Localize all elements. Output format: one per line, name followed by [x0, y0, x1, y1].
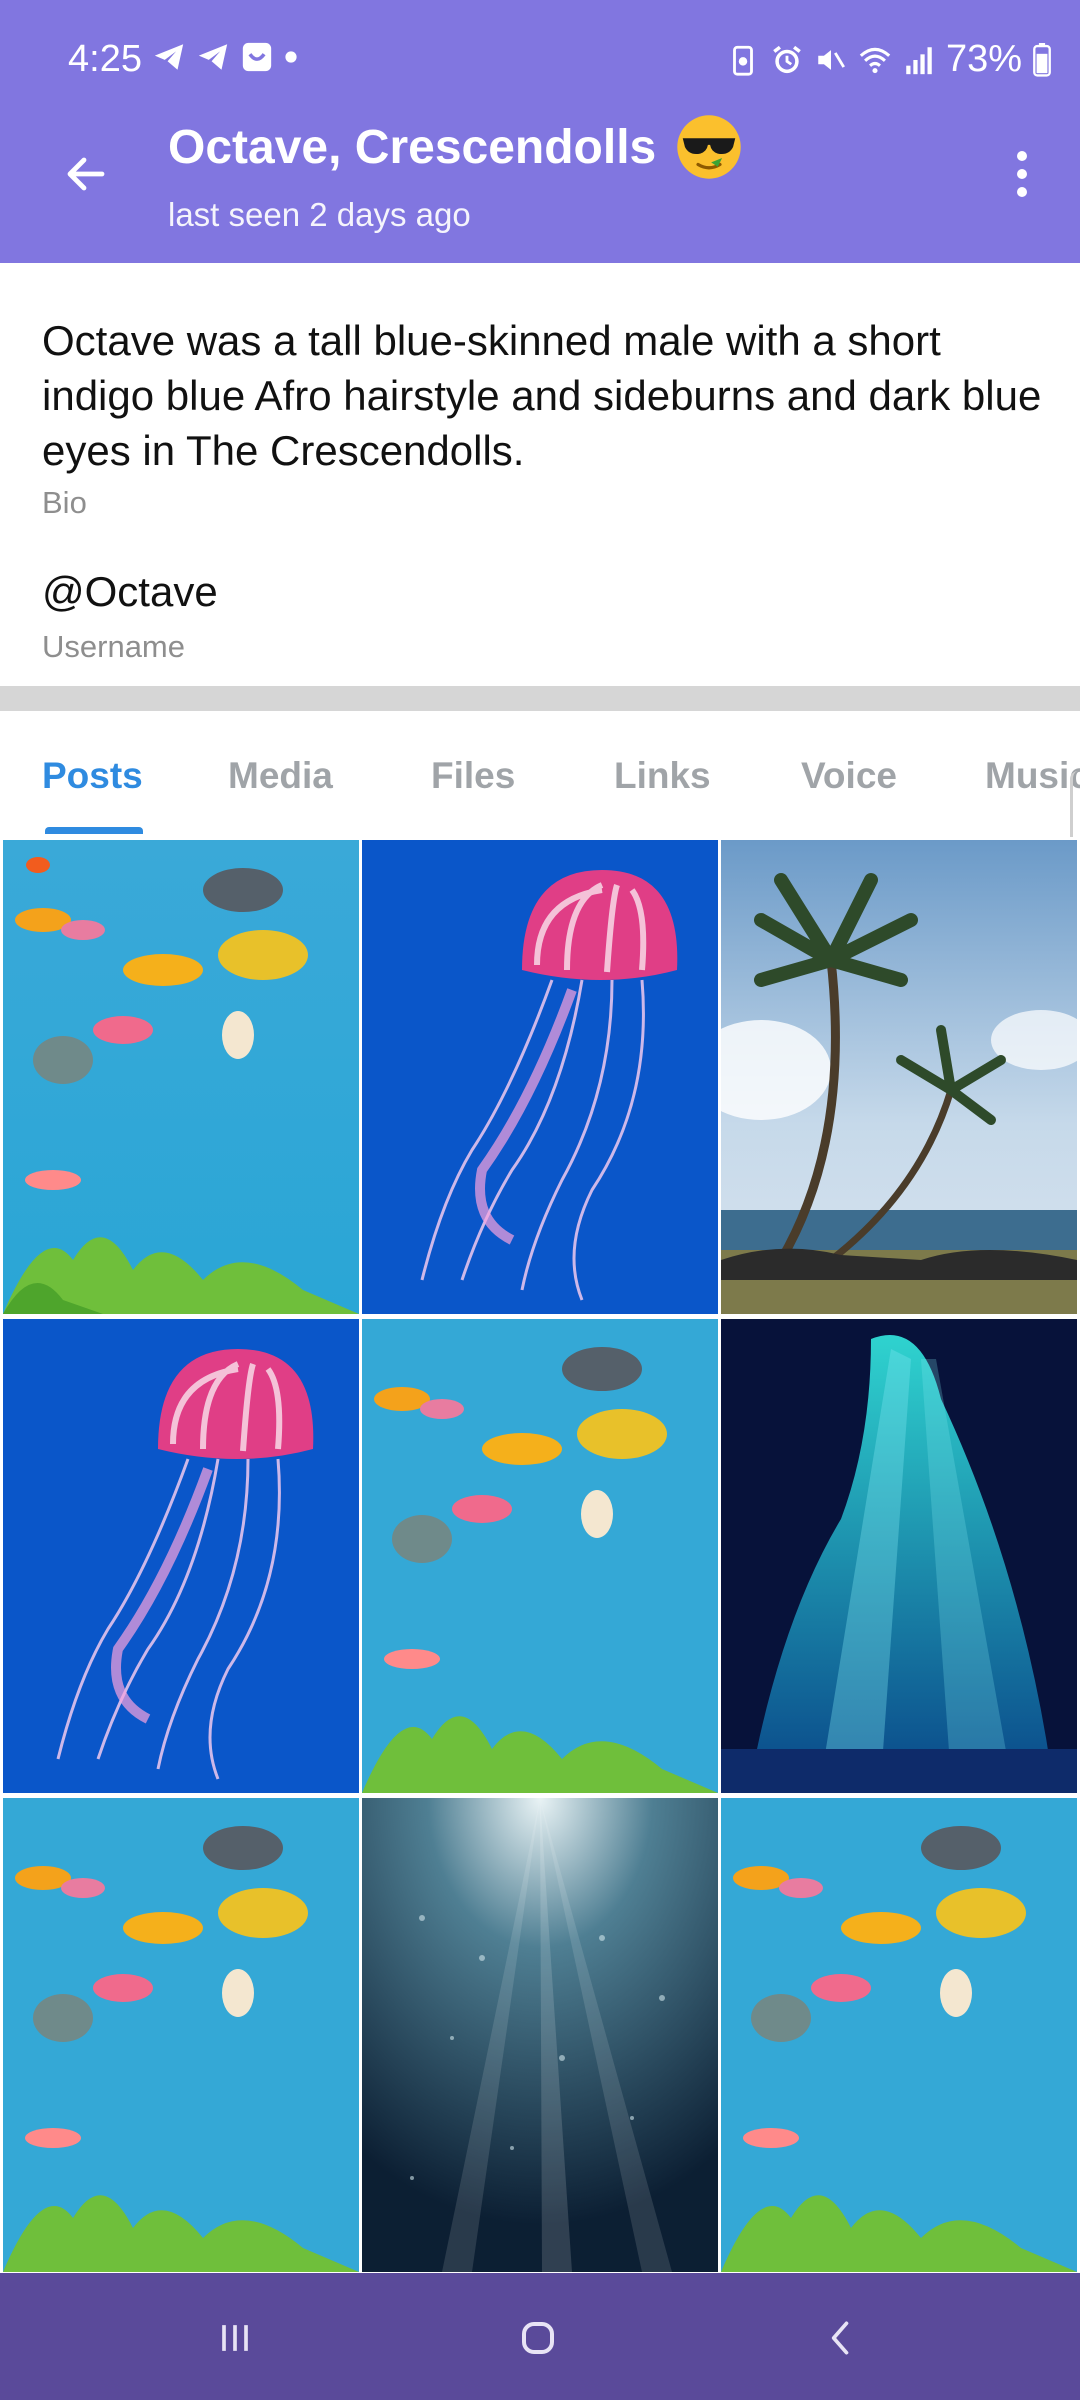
dot-icon — [285, 51, 297, 63]
aquarium-fish-image — [721, 1798, 1077, 2272]
username-value[interactable]: @Octave — [42, 568, 218, 616]
more-options-button[interactable] — [994, 140, 1050, 208]
tab-media[interactable]: Media — [228, 755, 333, 797]
aquarium-fish-image — [3, 1798, 359, 2272]
media-thumbnail-jellyfish[interactable] — [3, 1319, 359, 1793]
media-thumbnail-underwater-sunrays[interactable] — [362, 1798, 718, 2272]
media-thumbnail-underwater-cave[interactable] — [721, 1319, 1077, 1793]
mute-icon — [818, 49, 845, 70]
tab-music[interactable]: Music — [985, 755, 1080, 797]
more-dot — [1017, 169, 1027, 179]
chat-header: 4:25 73% Octave, Crescendolls last seen … — [0, 0, 1080, 263]
home-button[interactable] — [493, 2303, 583, 2373]
last-seen-status: last seen 2 days ago — [168, 196, 471, 233]
username-label: Username — [42, 629, 185, 664]
battery-icon — [1033, 42, 1051, 77]
battery-saver-icon — [733, 45, 753, 76]
status-bar: 4:25 73% — [0, 0, 1080, 120]
aquarium-fish-image — [3, 840, 359, 1314]
palm-trees-image — [721, 840, 1077, 1314]
status-notification-icons — [152, 40, 298, 74]
aquarium-fish-image — [362, 1319, 718, 1793]
back-icon — [831, 2321, 849, 2355]
signal-icon — [906, 46, 932, 74]
tab-links[interactable]: Links — [614, 755, 711, 797]
media-thumbnail-aquarium-fish[interactable] — [362, 1319, 718, 1793]
sunglasses-emoji-icon — [677, 115, 741, 179]
telegram-icon — [154, 44, 184, 70]
alarm-icon — [773, 45, 801, 73]
recent-apps-button[interactable] — [190, 2303, 280, 2373]
chat-title-area[interactable]: Octave, Crescendolls last seen 2 days ag… — [168, 112, 744, 234]
recent-apps-icon — [222, 2325, 248, 2351]
section-divider — [0, 686, 1080, 711]
jellyfish-image — [362, 840, 718, 1314]
page-title: Octave, Crescendolls — [168, 112, 744, 182]
wifi-icon — [859, 47, 891, 73]
back-button[interactable] — [52, 140, 120, 208]
jellyfish-image — [3, 1319, 359, 1793]
home-icon — [522, 2322, 554, 2354]
underwater-cave-image — [721, 1319, 1077, 1793]
contact-name: Octave, Crescendolls — [168, 120, 657, 174]
bio-label: Bio — [42, 485, 87, 520]
arrow-left-icon — [67, 157, 105, 191]
more-dot — [1017, 151, 1027, 161]
media-grid — [0, 837, 1080, 2273]
media-tabs: Posts Media Files Links Voice Music — [0, 711, 1080, 837]
telegram-icon — [198, 44, 228, 70]
tab-posts[interactable]: Posts — [42, 755, 143, 797]
profile-info: Octave was a tall blue-skinned male with… — [0, 263, 1080, 686]
system-nav-bar — [0, 2273, 1080, 2400]
media-thumbnail-aquarium-fish[interactable] — [721, 1798, 1077, 2272]
underwater-sunrays-image — [362, 1798, 718, 2272]
tab-voice[interactable]: Voice — [801, 755, 897, 797]
media-thumbnail-aquarium-fish[interactable] — [3, 1798, 359, 2272]
tab-files[interactable]: Files — [431, 755, 515, 797]
media-thumbnail-palm-trees[interactable] — [721, 840, 1077, 1314]
bio-text[interactable]: Octave was a tall blue-skinned male with… — [42, 313, 1042, 478]
scroll-edge-indicator — [1070, 771, 1080, 837]
status-time: 4:25 — [68, 38, 142, 80]
system-back-button[interactable] — [796, 2303, 886, 2373]
more-dot — [1017, 187, 1027, 197]
battery-percent: 73% — [945, 38, 1022, 80]
media-thumbnail-aquarium-fish[interactable] — [3, 840, 359, 1314]
media-thumbnail-jellyfish[interactable] — [362, 840, 718, 1314]
active-tab-indicator — [45, 827, 143, 834]
status-system-icons: 73% — [726, 38, 1052, 81]
app-icon — [242, 42, 272, 72]
